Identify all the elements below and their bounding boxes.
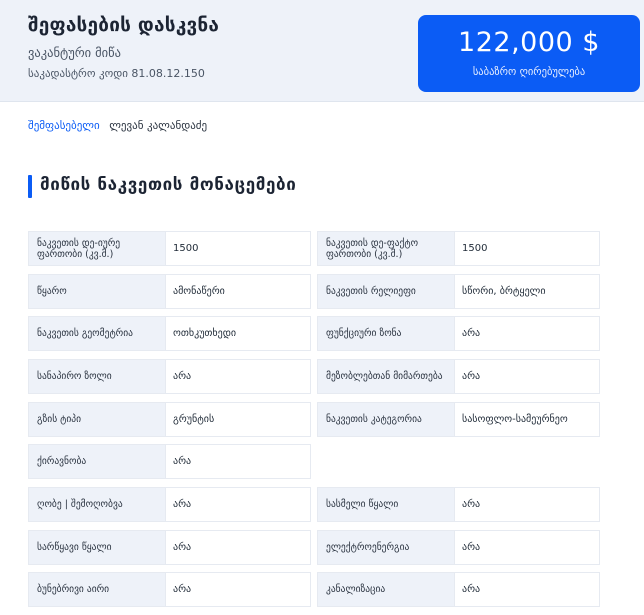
field-value: ოთხკუთხედი [165,316,311,351]
valuation-amount: 122,000 $ [458,27,600,58]
report-title: შეფასების დასკვნა [28,14,220,36]
field-label: ნაკვეთის კატეგორია [317,402,454,437]
property-type: ვაკანტური მიწა [28,45,121,60]
field-value: არა [454,572,600,607]
field-value: არა [454,487,600,522]
valuation-card: 122,000 $ საბაზრო ღირებულება [418,15,640,92]
field-value: არა [165,487,311,522]
field-value: სწორი, ბრტყელი [454,274,600,309]
field-value: არა [165,444,311,479]
field-label: ფუნქციური ზონა [317,316,454,351]
cadastral-code: საკადასტრო კოდი 81.08.12.150 [28,67,205,80]
field-label: სასმელი წყალი [317,487,454,522]
field-value: სასოფლო-სამეურნეო [454,402,600,437]
field-label: ნაკვეთის რელიეფი [317,274,454,309]
appraiser-name: ლევან კალანდაძე [109,119,208,132]
field-value: 1500 [165,231,311,266]
field-label: სანაპირო ზოლი [28,359,165,394]
field-value: არა [454,316,600,351]
field-value: არა [454,359,600,394]
field-value: არა [454,530,600,565]
report-header: შეფასების დასკვნა ვაკანტური მიწა საკადას… [0,0,644,102]
field-label: სარწყავი წყალი [28,530,165,565]
field-label: ელექტროენერგია [317,530,454,565]
field-label: ნაკვეთის გეომეტრია [28,316,165,351]
field-label: ნაკვეთის დე-იურე ფართობი (კვ.მ.) [28,231,165,266]
field-label: გზის ტიპი [28,402,165,437]
appraiser-line: შემფასებელი ლევან კალანდაძე [28,119,207,132]
appraiser-link[interactable]: შემფასებელი [28,119,100,132]
field-label: ქირავნობა [28,444,165,479]
field-value: არა [165,572,311,607]
field-value: ამონაწერი [165,274,311,309]
field-value: არა [165,359,311,394]
field-label: ნაკვეთის დე-ფაქტო ფართობი (კვ.მ.) [317,231,454,266]
field-label: წყარო [28,274,165,309]
field-label: მეზობლებთან მიმართება [317,359,454,394]
field-label: კანალიზაცია [317,572,454,607]
section-title: მიწის ნაკვეთის მონაცემები [40,175,297,195]
field-label: ღობე | შემოღობვა [28,487,165,522]
field-value: გრუნტის [165,402,311,437]
field-value: 1500 [454,231,600,266]
section-accent-bar [28,175,32,198]
field-value: არა [165,530,311,565]
field-label: ბუნებრივი აირი [28,572,165,607]
valuation-label: საბაზრო ღირებულება [472,66,586,78]
